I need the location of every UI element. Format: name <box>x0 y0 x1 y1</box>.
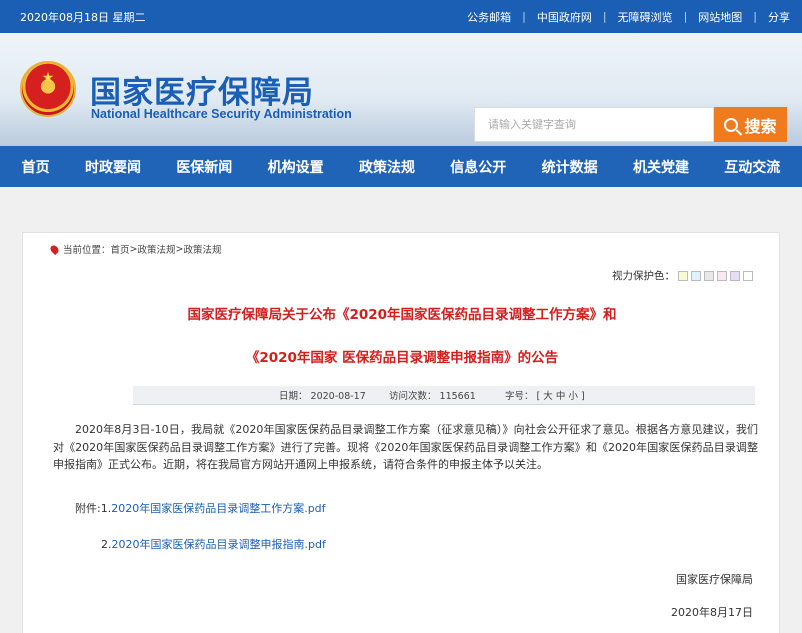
swatch-purple[interactable] <box>730 270 740 281</box>
link-accessibility[interactable]: 无障碍浏览 <box>618 9 673 25</box>
location-pin-icon <box>48 243 61 255</box>
search-button[interactable]: 搜索 <box>714 107 787 142</box>
attachment-2: 2.2020年国家医保药品目录调整申报指南.pdf <box>101 536 326 552</box>
signature: 国家医疗保障局 <box>676 573 753 586</box>
swatch-gray[interactable] <box>704 270 714 281</box>
national-emblem-icon: ★ <box>20 61 76 117</box>
link-mailbox[interactable]: 公务邮箱 <box>467 9 511 25</box>
link-sitemap[interactable]: 网站地图 <box>698 9 742 25</box>
nav-policies[interactable]: 政策法规 <box>359 157 415 177</box>
breadcrumb-policies[interactable]: 政策法规 <box>138 242 176 256</box>
breadcrumb-sep: > <box>175 243 184 255</box>
visits-meta: 访问次数： 115661 <box>389 388 476 402</box>
nav-statistics[interactable]: 统计数据 <box>542 157 598 177</box>
swatch-cyan[interactable] <box>691 270 701 281</box>
attachment-label: 附件:1. <box>75 502 112 515</box>
font-size-small[interactable]: 小 <box>568 391 578 402</box>
nav-news[interactable]: 医保新闻 <box>176 157 232 177</box>
current-date: 2020年08月18日 星期二 <box>20 10 146 24</box>
nav-interaction[interactable]: 互动交流 <box>724 157 780 177</box>
search-button-label: 搜索 <box>744 116 777 136</box>
date-label: 日期： <box>279 391 308 402</box>
font-size-medium[interactable]: 中 <box>556 391 566 402</box>
attachment-link-2[interactable]: 2020年国家医保药品目录调整申报指南.pdf <box>112 538 326 551</box>
breadcrumb-label: 当前位置： <box>63 245 111 256</box>
breadcrumb-sep: > <box>129 243 138 255</box>
font-size-meta: 字号： [ 大 中 小 ] <box>505 388 585 402</box>
divider: | <box>683 10 688 23</box>
attachment-number: 2. <box>101 538 112 551</box>
swatch-white[interactable] <box>743 270 753 281</box>
site-logo-en: National Healthcare Security Administrat… <box>91 107 352 121</box>
attachment-link-1[interactable]: 2020年国家医保药品目录调整工作方案.pdf <box>111 502 325 515</box>
search-box: 搜索 <box>474 107 787 142</box>
search-icon <box>724 117 739 132</box>
nav-current-affairs[interactable]: 时政要闻 <box>85 157 141 177</box>
date-meta: 日期： 2020-08-17 <box>279 388 366 402</box>
nav-organization[interactable]: 机构设置 <box>268 157 324 177</box>
swatch-yellow[interactable] <box>678 270 688 281</box>
eye-care-colors: 视力保护色： <box>612 268 753 283</box>
divider: | <box>602 10 607 23</box>
top-bar: 2020年08月18日 星期二 公务邮箱 | 中国政府网 | 无障碍浏览 | 网… <box>0 0 802 33</box>
site-header: ★ 国家医疗保障局 National Healthcare Security A… <box>0 33 802 146</box>
breadcrumb-home[interactable]: 首页 <box>111 242 130 256</box>
link-gov-cn[interactable]: 中国政府网 <box>537 9 592 25</box>
eye-care-label: 视力保护色： <box>612 270 675 282</box>
article-panel: 当前位置： 首页 > 政策法规 > 政策法规 视力保护色： 国家医疗保障局关于公… <box>22 232 780 633</box>
article-body: 2020年8月3日-10日，我局就《2020年国家医保药品目录调整工作方案（征求… <box>53 423 758 471</box>
font-size-large[interactable]: 大 <box>543 391 553 402</box>
visit-count: 115661 <box>439 391 476 402</box>
main-nav: 首页 时政要闻 医保新闻 机构设置 政策法规 信息公开 统计数据 机关党建 互动… <box>0 146 802 187</box>
signature-date: 2020年8月17日 <box>671 606 753 619</box>
nav-party[interactable]: 机关党建 <box>633 157 689 177</box>
visits-label: 访问次数： <box>389 391 437 402</box>
divider: | <box>753 10 757 23</box>
site-logo-cn[interactable]: 国家医疗保障局 <box>90 67 314 112</box>
font-size-label: 字号： <box>505 391 534 402</box>
breadcrumb: 当前位置： 首页 > 政策法规 > 政策法规 <box>48 242 222 256</box>
divider: | <box>522 10 526 23</box>
swatch-pink[interactable] <box>717 270 727 281</box>
nav-disclosure[interactable]: 信息公开 <box>450 157 506 177</box>
search-input[interactable] <box>474 107 714 142</box>
article-meta: 日期： 2020-08-17 访问次数： 115661 字号： [ 大 中 小 … <box>133 386 755 405</box>
link-share[interactable]: 分享 <box>768 9 790 25</box>
nav-home[interactable]: 首页 <box>22 157 50 177</box>
top-links: 公务邮箱 | 中国政府网 | 无障碍浏览 | 网站地图 | 分享 <box>467 9 790 25</box>
article-title-line1: 国家医疗保障局关于公布《2020年国家医保药品目录调整工作方案》和 <box>187 307 617 323</box>
article-title-line2: 《2020年国家 医保药品目录调整申报指南》的公告 <box>245 350 559 366</box>
breadcrumb-current[interactable]: 政策法规 <box>183 242 221 256</box>
attachment-1: 附件:1.2020年国家医保药品目录调整工作方案.pdf <box>75 500 326 516</box>
bracket: ] <box>580 391 585 402</box>
publish-date: 2020-08-17 <box>310 391 366 402</box>
bracket: [ <box>536 391 541 402</box>
